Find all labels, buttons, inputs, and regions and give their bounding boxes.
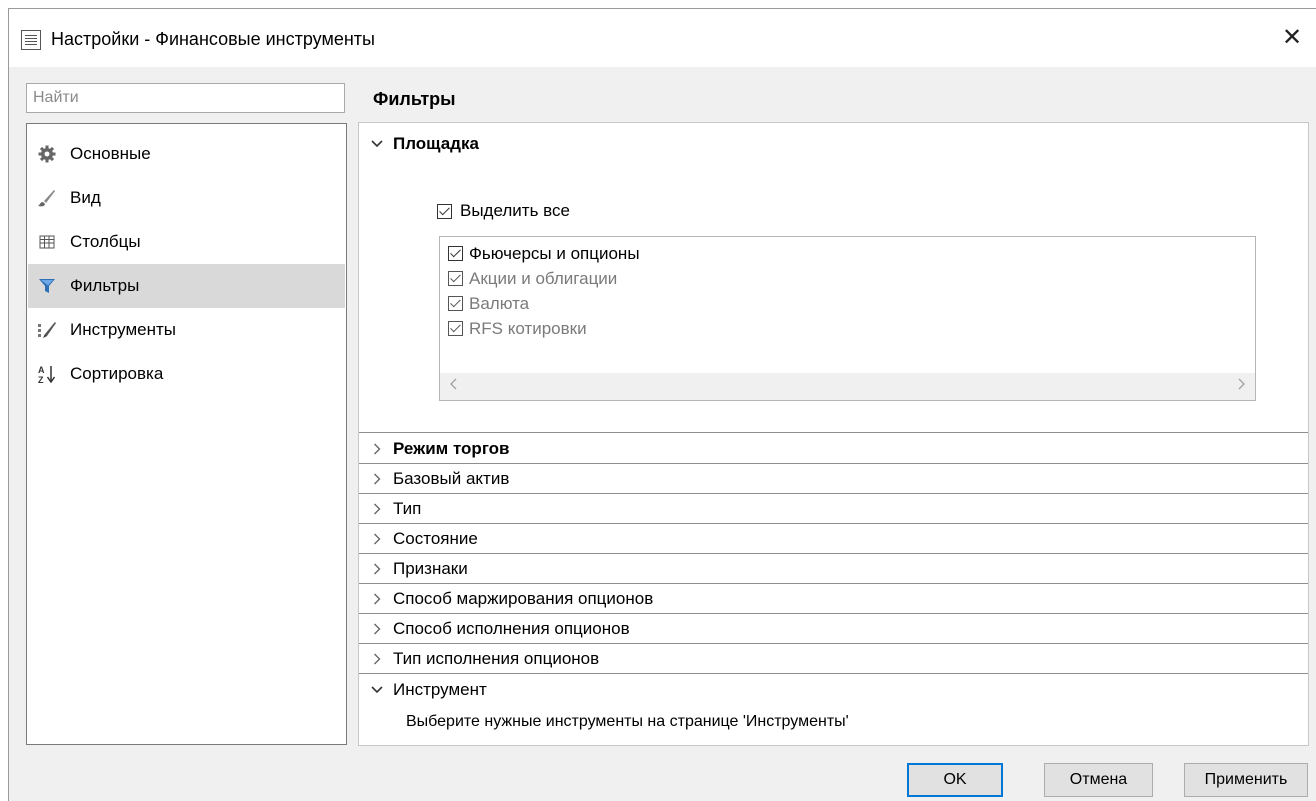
svg-text:Z: Z [38, 375, 44, 384]
sidebar-item-label: Инструменты [70, 320, 177, 339]
checkbox-checked [448, 321, 463, 336]
settings-sidebar: Основные Вид Столбцы Фильтры Инструменты… [26, 123, 347, 745]
section-label: Тип исполнения опционов [393, 649, 600, 668]
chevron-down-icon [369, 140, 385, 148]
sidebar-item-label: Фильтры [70, 276, 140, 295]
chevron-down-icon [369, 686, 385, 694]
horizontal-scrollbar[interactable] [440, 373, 1255, 400]
select-all-checkbox[interactable]: Выделить все [437, 201, 570, 221]
section-instrument-header[interactable]: Инструмент [359, 675, 1308, 705]
page-title: Фильтры [373, 89, 456, 109]
checkbox-checked [448, 271, 463, 286]
section-venue-header[interactable]: Площадка [359, 129, 1308, 159]
chevron-right-icon [369, 593, 385, 605]
section-label: Площадка [393, 134, 479, 153]
sidebar-item-label: Сортировка [70, 364, 164, 383]
sidebar-item-label: Столбцы [70, 232, 141, 251]
cancel-button[interactable]: Отмена [1044, 763, 1153, 797]
chevron-right-icon [369, 443, 385, 455]
sidebar-item-label: Основные [70, 144, 151, 163]
section-state-header[interactable]: Состояние [359, 524, 1308, 554]
title-bar: Настройки - Финансовые инструменты ✕ [9, 9, 1316, 67]
list-item[interactable]: RFS котировки [448, 316, 587, 341]
sidebar-item-sorting[interactable]: A Z Сортировка [28, 352, 345, 396]
checkbox-checked [448, 246, 463, 261]
select-all-label: Выделить все [460, 201, 570, 220]
section-base-asset-header[interactable]: Базовый актив [359, 464, 1308, 494]
section-attributes-header[interactable]: Признаки [359, 554, 1308, 584]
list-item-label: Фьючерсы и опционы [469, 243, 640, 263]
section-label: Признаки [393, 559, 468, 578]
search-input[interactable] [26, 83, 345, 113]
sidebar-item-filters[interactable]: Фильтры [28, 264, 345, 308]
instruments-icon [36, 319, 58, 341]
close-icon: ✕ [1281, 24, 1303, 51]
apply-button[interactable]: Применить [1184, 763, 1308, 797]
section-trading-mode-header[interactable]: Режим торгов [359, 434, 1308, 464]
section-exercise-method-header[interactable]: Способ исполнения опционов [359, 614, 1308, 644]
list-item[interactable]: Акции и облигации [448, 266, 617, 291]
sidebar-item-columns[interactable]: Столбцы [28, 220, 345, 264]
checkbox-checked [437, 203, 452, 219]
sidebar-item-general[interactable]: Основные [28, 132, 345, 176]
ok-button[interactable]: OK [907, 763, 1003, 797]
instrument-hint: Выберите нужные инструменты на странице … [406, 713, 849, 730]
list-item-label: Валюта [469, 293, 530, 313]
filters-panel: Площадка Выделить все Фьючерсы и опционы… [358, 122, 1309, 746]
checkbox-checked [448, 296, 463, 311]
svg-text:A: A [38, 365, 45, 375]
chevron-right-icon [369, 533, 385, 545]
list-item-label: Акции и облигации [469, 268, 618, 288]
window-title: Настройки - Финансовые инструменты [51, 29, 375, 49]
list-item[interactable]: Валюта [448, 291, 529, 316]
filter-icon [36, 275, 58, 297]
sort-az-icon: A Z [36, 363, 58, 385]
venue-listbox[interactable]: Фьючерсы и опционы Акции и облигации Вал… [439, 236, 1256, 401]
section-label: Базовый актив [393, 469, 510, 488]
list-item[interactable]: Фьючерсы и опционы [448, 241, 640, 266]
sidebar-item-view[interactable]: Вид [28, 176, 345, 220]
section-label: Состояние [393, 529, 478, 548]
sidebar-item-label: Вид [70, 188, 101, 207]
section-exercise-type-header[interactable]: Тип исполнения опционов [359, 644, 1308, 674]
scroll-right-icon[interactable] [1237, 377, 1245, 394]
divider [359, 673, 1308, 674]
sidebar-item-instruments[interactable]: Инструменты [28, 308, 345, 352]
table-icon [36, 231, 58, 253]
list-item-label: RFS котировки [469, 318, 587, 338]
section-type-header[interactable]: Тип [359, 494, 1308, 524]
chevron-right-icon [369, 623, 385, 635]
chevron-right-icon [369, 473, 385, 485]
section-label: Инструмент [393, 680, 487, 699]
divider [359, 432, 1308, 433]
section-margin-method-header[interactable]: Способ маржирования опционов [359, 584, 1308, 614]
chevron-right-icon [369, 503, 385, 515]
settings-dialog: Настройки - Финансовые инструменты ✕ Най… [8, 8, 1316, 801]
section-label: Способ исполнения опционов [393, 619, 630, 638]
chevron-right-icon [369, 653, 385, 665]
scroll-left-icon[interactable] [450, 377, 458, 394]
chevron-right-icon [369, 563, 385, 575]
close-button[interactable]: ✕ [1275, 23, 1309, 53]
brush-icon [36, 187, 58, 209]
section-label: Способ маржирования опционов [393, 589, 654, 608]
section-label: Режим торгов [393, 439, 510, 458]
section-label: Тип [393, 499, 422, 518]
app-icon [21, 30, 41, 50]
gear-icon [36, 143, 58, 165]
